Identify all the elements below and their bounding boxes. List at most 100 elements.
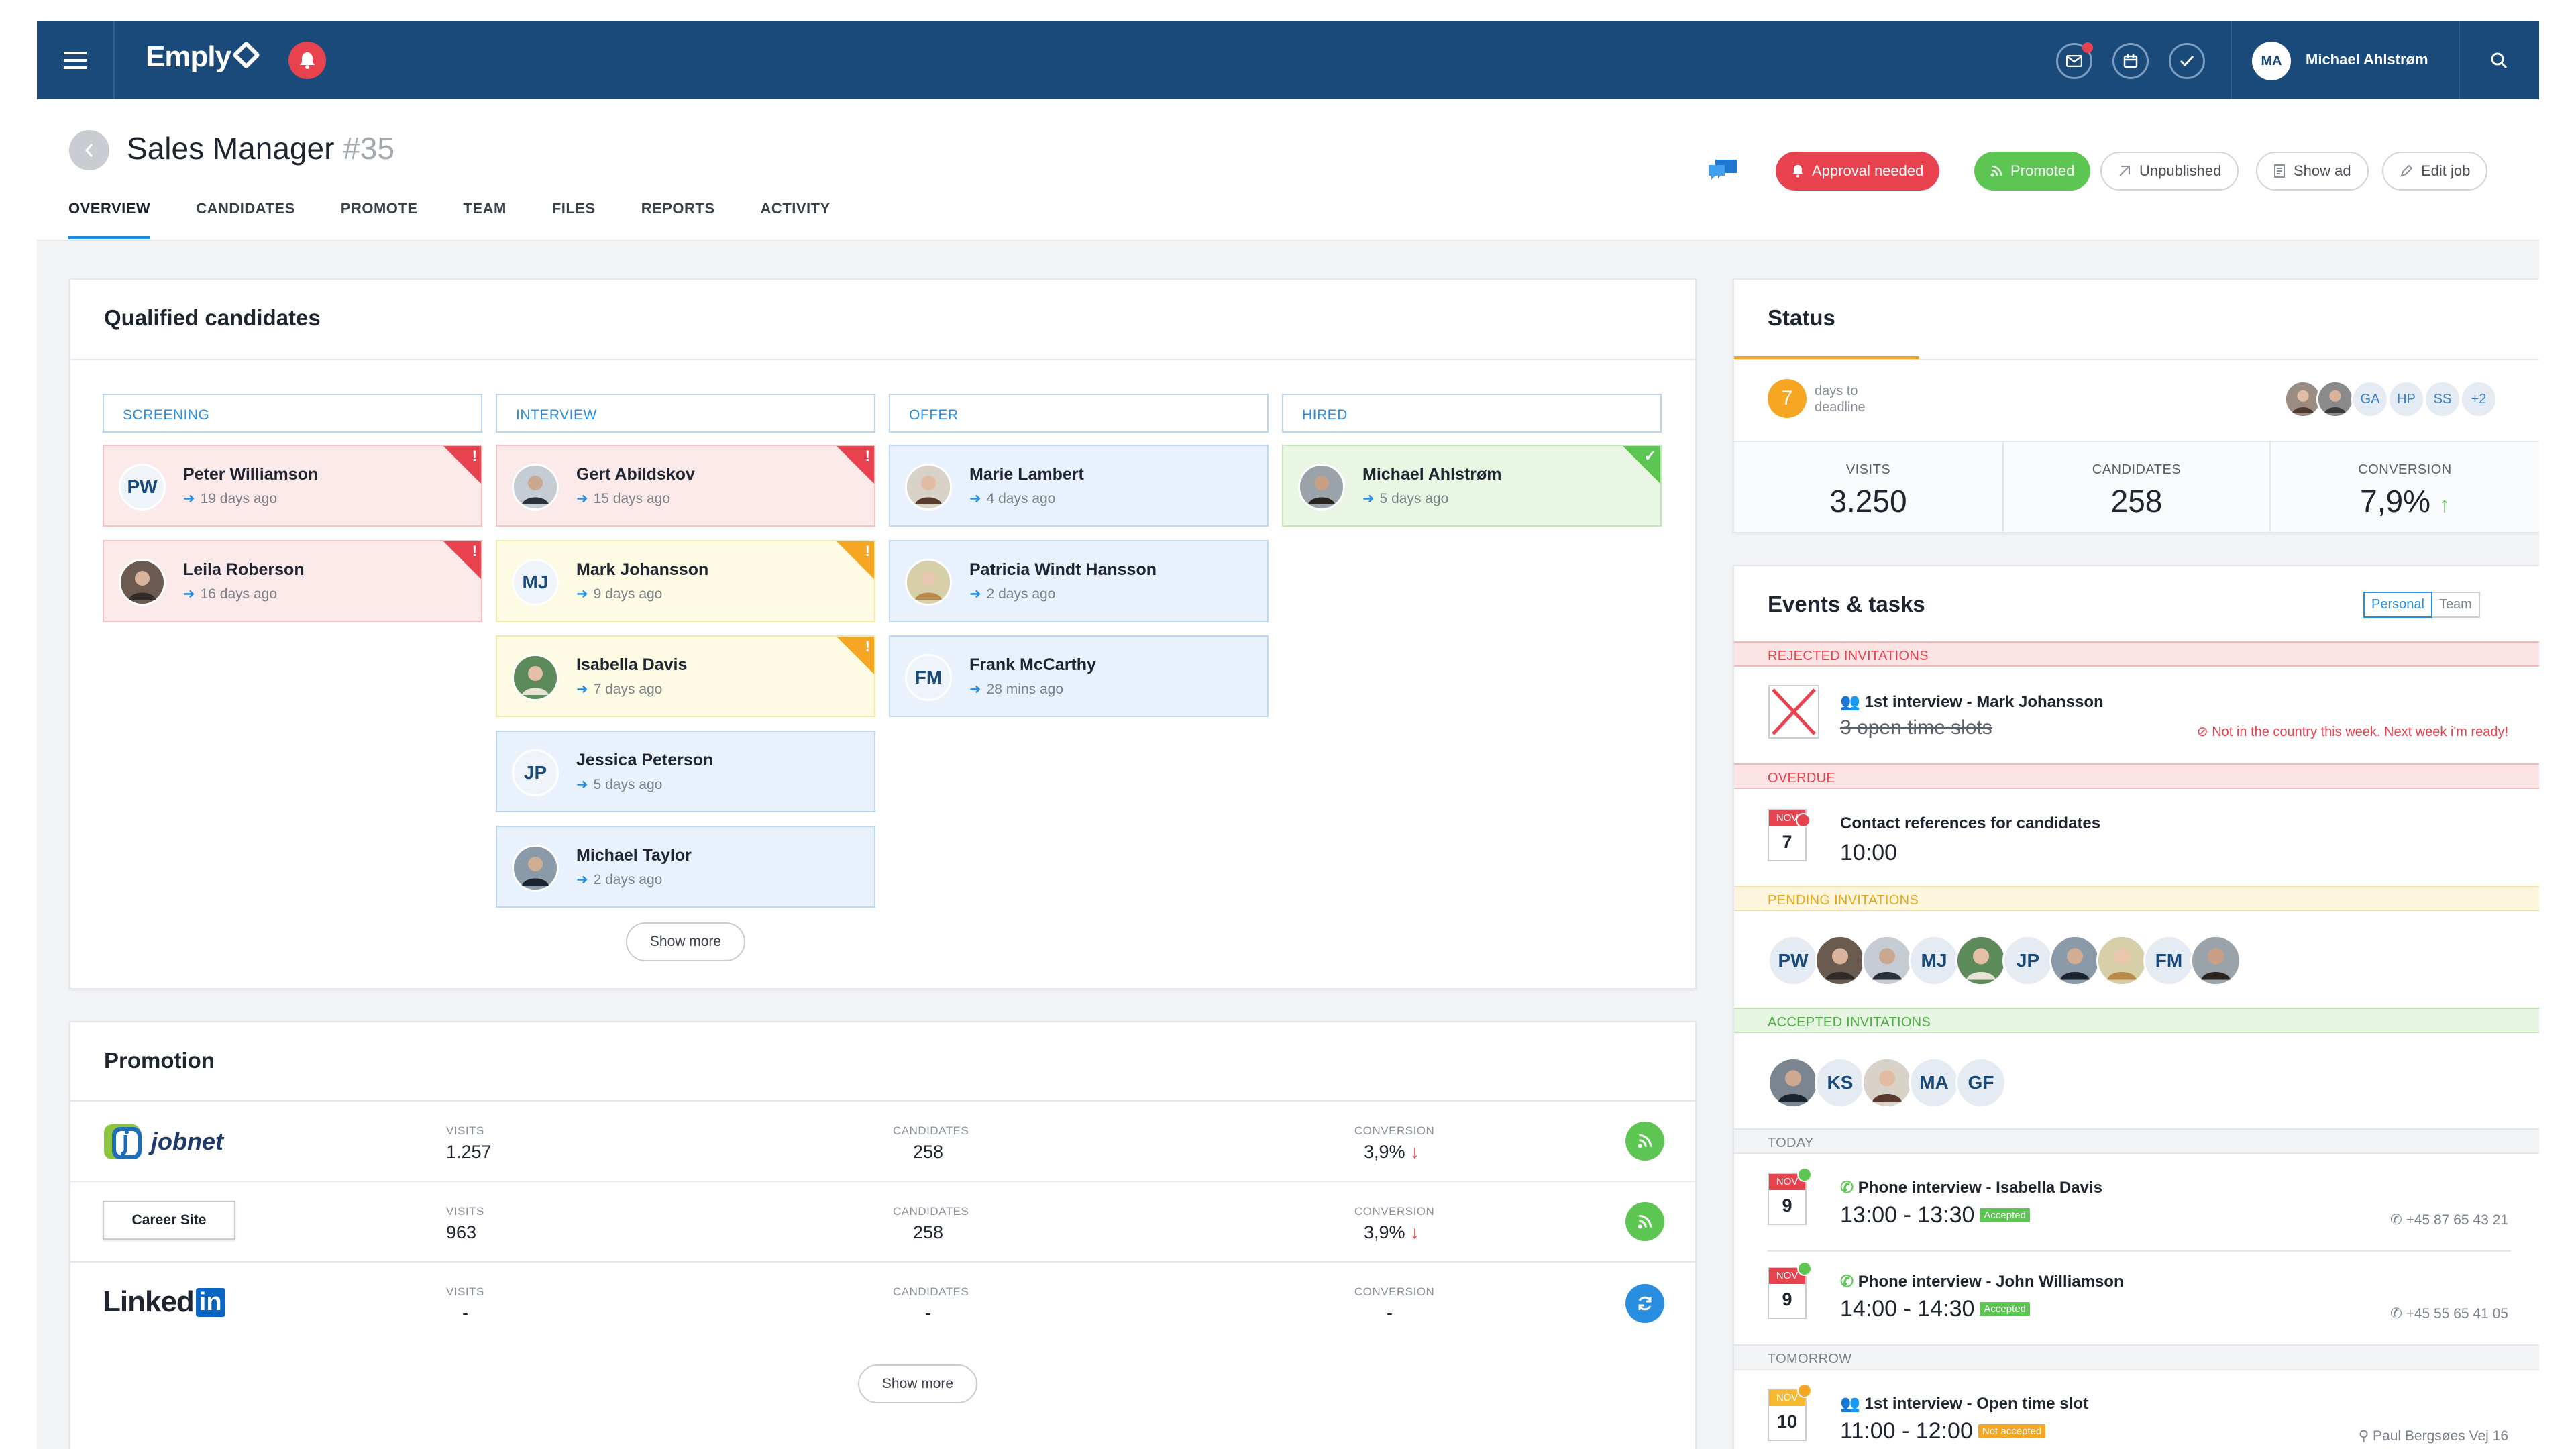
- app-frame: Emply MA Michael Ahlstrøm Sales Manager …: [37, 21, 2539, 1449]
- tab-candidates[interactable]: CANDIDATES: [196, 200, 295, 239]
- candidate-card[interactable]: Patricia Windt Hansson ➜ 2 days ago: [889, 540, 1269, 622]
- refresh-button[interactable]: [1625, 1284, 1664, 1323]
- promotion-row: Career Site VISITS 963 CANDIDATES 258 CO…: [70, 1181, 1695, 1261]
- candidate-card[interactable]: MJ Mark Johansson ➜ 9 days ago !: [496, 540, 875, 622]
- section-accepted: ACCEPTED INVITATIONS: [1734, 1008, 2539, 1033]
- user-name[interactable]: Michael Ahlstrøm: [2306, 51, 2428, 68]
- invitee-avatar[interactable]: FM: [2143, 935, 2194, 986]
- person-photo-icon: [121, 561, 164, 604]
- tab-bar: OVERVIEW CANDIDATES PROMOTE TEAM FILES R…: [68, 200, 876, 239]
- invitee-avatar[interactable]: [2049, 935, 2100, 986]
- arrow-right-icon: ➜: [1362, 491, 1375, 506]
- tab-activity[interactable]: ACTIVITY: [761, 200, 830, 239]
- job-number: #35: [343, 131, 394, 166]
- back-button[interactable]: [69, 130, 109, 170]
- chat-bubbles-icon: [1709, 160, 1737, 180]
- team-avatar[interactable]: GA: [2351, 380, 2389, 418]
- invitee-avatar[interactable]: [2096, 935, 2147, 986]
- inbox-button[interactable]: [2056, 42, 2093, 79]
- candidate-card[interactable]: Michael Taylor ➜ 2 days ago: [496, 826, 875, 908]
- invitee-avatar[interactable]: [2190, 935, 2241, 986]
- candidate-card[interactable]: FM Frank McCarthy ➜ 28 mins ago: [889, 635, 1269, 717]
- promoted-button[interactable]: Promoted: [1974, 152, 2091, 191]
- candidate-name: Leila Roberson: [183, 560, 305, 579]
- toggle-personal[interactable]: Personal: [2363, 592, 2432, 618]
- chat-button[interactable]: [1706, 157, 1739, 187]
- invitee-avatar[interactable]: [1768, 1057, 1819, 1108]
- person-photo-icon: [907, 561, 950, 604]
- calendar-icon: [2123, 54, 2138, 68]
- brand-logo[interactable]: Emply: [146, 40, 261, 74]
- team-avatar[interactable]: SS: [2424, 380, 2461, 418]
- approval-needed-button[interactable]: Approval needed: [1776, 152, 1940, 191]
- unpublish-icon: [2119, 166, 2130, 176]
- person-photo-icon: [1957, 937, 2004, 984]
- event-title[interactable]: ✆ Phone interview - Isabella Davis: [1840, 1178, 2102, 1197]
- event-time: 14:00 - 14:30 Accepted: [1840, 1296, 2030, 1322]
- menu-button[interactable]: [37, 21, 115, 99]
- tab-reports[interactable]: REPORTS: [641, 200, 715, 239]
- tab-files[interactable]: FILES: [552, 200, 596, 239]
- candidate-card[interactable]: Michael Ahlstrøm ➜ 5 days ago ✓: [1282, 445, 1662, 527]
- user-avatar[interactable]: MA: [2252, 42, 2291, 80]
- candidates-label: CANDIDATES: [893, 1285, 969, 1298]
- show-more-candidates-button[interactable]: Show more: [626, 922, 745, 961]
- visits-value: 1.257: [446, 1142, 492, 1162]
- team-more[interactable]: +2: [2460, 380, 2498, 418]
- tab-promote[interactable]: PROMOTE: [341, 200, 418, 239]
- event-title[interactable]: ✆ Phone interview - John Williamson: [1840, 1272, 2124, 1291]
- card-divider: [70, 359, 1695, 360]
- event-title[interactable]: Contact references for candidates: [1840, 814, 2100, 833]
- show-ad-button[interactable]: Show ad: [2256, 152, 2369, 191]
- candidate-card[interactable]: Isabella Davis ➜ 7 days ago !: [496, 635, 875, 717]
- invitee-avatar[interactable]: MJ: [1909, 935, 1960, 986]
- jobnet-logo-icon: [104, 1124, 142, 1159]
- candidate-card[interactable]: Leila Roberson ➜ 16 days ago !: [103, 540, 482, 622]
- toggle-team[interactable]: Team: [2432, 592, 2480, 618]
- linkedin-logo: Linked in: [103, 1285, 225, 1319]
- bell-icon: [1792, 165, 1803, 178]
- accepted-check-icon: [1797, 1167, 1812, 1182]
- candidate-card[interactable]: Marie Lambert ➜ 4 days ago: [889, 445, 1269, 527]
- accepted-check-icon: [1797, 1261, 1812, 1276]
- tab-team[interactable]: TEAM: [464, 200, 506, 239]
- conversion-label: CONVERSION: [1354, 1205, 1435, 1218]
- checkmark-icon: ✓: [1644, 447, 1656, 464]
- candidate-card[interactable]: PW Peter Williamson ➜ 19 days ago !: [103, 445, 482, 527]
- card-divider: [1734, 359, 2539, 360]
- event-time: 11:00 - 12:00 Not accepted: [1840, 1418, 2046, 1444]
- invitee-avatar[interactable]: [1862, 1057, 1913, 1108]
- unpublished-button[interactable]: Unpublished: [2100, 152, 2239, 191]
- edit-job-button[interactable]: Edit job: [2382, 152, 2488, 191]
- team-avatar[interactable]: HP: [2387, 380, 2425, 418]
- rss-toggle-button[interactable]: [1625, 1122, 1664, 1161]
- event-title[interactable]: 👥 1st interview - Mark Johansson: [1840, 692, 2104, 712]
- show-more-promotion-button[interactable]: Show more: [858, 1364, 977, 1403]
- tab-overview[interactable]: OVERVIEW: [68, 200, 151, 239]
- search-button[interactable]: [2459, 21, 2539, 99]
- team-avatar[interactable]: [2316, 380, 2354, 418]
- event-title[interactable]: 👥 1st interview - Open time slot: [1840, 1394, 2088, 1413]
- calendar-button[interactable]: [2112, 43, 2149, 79]
- notifications-button[interactable]: [288, 42, 326, 79]
- invitee-avatar[interactable]: JP: [2002, 935, 2053, 986]
- invitee-avatar[interactable]: [1955, 935, 2006, 986]
- arrow-right-icon: ➜: [183, 586, 195, 602]
- invitee-avatar[interactable]: KS: [1815, 1057, 1866, 1108]
- candidate-name: Patricia Windt Hansson: [969, 560, 1157, 579]
- invitee-avatar[interactable]: MA: [1909, 1057, 1960, 1108]
- invitee-avatar[interactable]: GF: [1955, 1057, 2006, 1108]
- logo-mark-icon: [231, 40, 261, 70]
- rss-toggle-button[interactable]: [1625, 1202, 1664, 1241]
- rss-icon: [1638, 1134, 1652, 1148]
- tasks-button[interactable]: [2169, 43, 2205, 79]
- candidate-card[interactable]: Gert Abildskov ➜ 15 days ago !: [496, 445, 875, 527]
- invitee-avatar[interactable]: [1815, 935, 1866, 986]
- location-pin-icon: ⚲: [2358, 1428, 2369, 1444]
- invitee-avatar[interactable]: PW: [1768, 935, 1819, 986]
- section-overdue: OVERDUE: [1734, 763, 2539, 789]
- calendar-date: NOV 7: [1768, 809, 1811, 861]
- invitee-avatar[interactable]: [1862, 935, 1913, 986]
- candidate-card[interactable]: JP Jessica Peterson ➜ 5 days ago: [496, 731, 875, 812]
- conversion-value: 3,9% ↓: [1364, 1222, 1419, 1242]
